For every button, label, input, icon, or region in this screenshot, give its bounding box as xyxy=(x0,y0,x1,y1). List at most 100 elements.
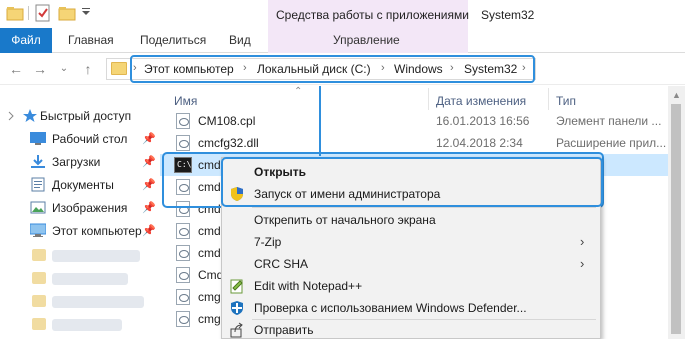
menu-item-label: Edit with Notepad++ xyxy=(254,279,363,293)
tab-manage[interactable]: Управление xyxy=(333,28,400,53)
submenu-arrow-icon: › xyxy=(580,256,585,271)
folder-icon xyxy=(32,318,46,330)
file-icon xyxy=(176,245,190,261)
nav-item-label: Загрузки xyxy=(52,155,101,169)
pin-icon[interactable]: 📌 xyxy=(142,132,156,145)
tab-home[interactable]: Главная xyxy=(68,28,114,53)
file-name: cmg xyxy=(198,290,221,304)
file-name: cmcfg32.dll xyxy=(198,136,259,150)
column-separator[interactable] xyxy=(428,88,429,110)
menu-item-label: Отправить xyxy=(254,323,314,337)
nav-item-quick-access[interactable]: Быстрый доступ xyxy=(0,106,160,126)
file-date: 12.04.2018 2:34 xyxy=(436,136,523,150)
blurred-nav-item xyxy=(52,296,144,308)
sort-up-icon: ⌃ xyxy=(294,86,303,97)
file-date: 16.01.2013 16:56 xyxy=(436,114,530,128)
folder-icon[interactable] xyxy=(6,4,24,22)
blurred-nav-item xyxy=(52,273,128,285)
file-icon xyxy=(176,289,190,305)
nav-item-label: Быстрый доступ xyxy=(40,109,132,123)
nav-item-label: Изображения xyxy=(52,201,128,215)
documents-icon xyxy=(30,177,46,192)
desktop-icon xyxy=(30,131,46,146)
table-row[interactable]: cmcfg32.dll 12.04.2018 2:34 Расширение п… xyxy=(160,132,670,154)
properties-icon[interactable] xyxy=(34,4,52,22)
nav-item-label: Этот компьютер xyxy=(52,224,142,238)
menu-item-defender-scan[interactable]: Проверка с использованием Windows Defend… xyxy=(222,297,600,319)
file-icon xyxy=(176,223,190,239)
nav-item-pictures[interactable]: Изображения 📌 xyxy=(0,198,160,218)
dll-file-icon xyxy=(176,135,190,151)
address-row: ← → ⌄ ↑ › Этот компьютер › Локальный дис… xyxy=(0,53,685,85)
column-header-type[interactable]: Тип xyxy=(556,94,576,108)
menu-highlight-frame xyxy=(221,157,603,207)
qat-separator xyxy=(28,6,29,20)
computer-icon xyxy=(29,223,47,238)
back-arrow-icon[interactable]: ← xyxy=(8,61,24,77)
defender-icon xyxy=(229,300,245,316)
file-type: Расширение прил... xyxy=(556,136,667,150)
table-row[interactable]: CM108.cpl 16.01.2013 16:56 Элемент панел… xyxy=(160,110,670,132)
menu-item-7zip[interactable]: 7-Zip › xyxy=(222,231,600,253)
new-folder-icon[interactable] xyxy=(58,4,76,22)
share-icon xyxy=(229,322,245,338)
address-highlight-frame xyxy=(130,55,535,83)
file-icon xyxy=(176,267,190,283)
scrollbar-thumb[interactable] xyxy=(671,104,681,334)
tab-share[interactable]: Поделиться xyxy=(140,28,206,53)
blurred-nav-item xyxy=(52,250,140,262)
menu-item-label: Проверка с использованием Windows Defend… xyxy=(254,301,527,315)
folder-icon xyxy=(32,295,46,307)
folder-icon xyxy=(32,272,46,284)
annotation-connector-line xyxy=(319,86,321,156)
nav-item-downloads[interactable]: Загрузки 📌 xyxy=(0,152,160,172)
menu-item-share[interactable]: Отправить xyxy=(222,319,600,339)
forward-arrow-icon[interactable]: → xyxy=(32,61,48,77)
navigation-pane: Быстрый доступ Рабочий стол 📌 Загрузки 📌… xyxy=(0,86,160,339)
nav-item-label: Рабочий стол xyxy=(52,132,128,146)
blurred-nav-item xyxy=(52,319,122,331)
nav-item-label: Документы xyxy=(52,178,114,192)
pin-icon[interactable]: 📌 xyxy=(142,155,156,168)
file-name: cmg xyxy=(198,312,221,326)
control-panel-file-icon xyxy=(176,113,190,129)
nav-item-this-pc[interactable]: Этот компьютер 📌 xyxy=(0,221,160,241)
downloads-icon xyxy=(30,154,46,169)
pin-icon[interactable]: 📌 xyxy=(142,201,156,214)
pin-icon[interactable]: 📌 xyxy=(142,224,156,237)
context-group-label: Средства работы с приложениями xyxy=(276,8,469,22)
folder-icon xyxy=(111,62,127,75)
window-title: System32 xyxy=(481,8,535,22)
recent-locations-icon[interactable]: ⌄ xyxy=(56,61,72,77)
ribbon-tabs: Файл Главная Поделиться Вид Управление xyxy=(0,28,685,53)
notepad-plus-icon xyxy=(229,278,245,294)
folder-icon xyxy=(32,249,46,261)
submenu-arrow-icon: › xyxy=(580,234,585,249)
file-name: Cmd xyxy=(198,268,224,282)
file-name: CM108.cpl xyxy=(198,114,256,128)
menu-item-unpin-start[interactable]: Открепить от начального экрана xyxy=(222,209,600,231)
menu-item-label: CRC SHA xyxy=(254,257,309,271)
file-name: cmd xyxy=(198,224,221,238)
scroll-up-icon[interactable]: ▲ xyxy=(672,90,681,100)
menu-separator xyxy=(252,207,596,208)
pictures-icon xyxy=(30,200,46,215)
tab-file[interactable]: Файл xyxy=(0,28,52,53)
menu-item-label: 7-Zip xyxy=(254,235,282,249)
column-header-name[interactable]: Имя xyxy=(174,94,197,108)
nav-item-documents[interactable]: Документы 📌 xyxy=(0,175,160,195)
column-separator[interactable] xyxy=(548,88,549,110)
vertical-scrollbar[interactable]: ▲ xyxy=(668,86,685,339)
star-icon xyxy=(22,108,38,123)
context-tab-group: Средства работы с приложениями xyxy=(268,0,469,28)
menu-item-notepad-plus[interactable]: Edit with Notepad++ xyxy=(222,275,600,297)
pin-icon[interactable]: 📌 xyxy=(142,178,156,191)
customize-qat-icon[interactable] xyxy=(80,6,98,24)
column-header-date[interactable]: Дата изменения xyxy=(436,94,526,108)
tab-view[interactable]: Вид xyxy=(229,28,251,53)
menu-item-label: Открепить от начального экрана xyxy=(254,213,436,227)
up-arrow-icon[interactable]: ↑ xyxy=(80,61,96,77)
menu-item-crc-sha[interactable]: CRC SHA › xyxy=(222,253,600,275)
nav-item-desktop[interactable]: Рабочий стол 📌 xyxy=(0,129,160,149)
file-icon xyxy=(176,311,190,327)
